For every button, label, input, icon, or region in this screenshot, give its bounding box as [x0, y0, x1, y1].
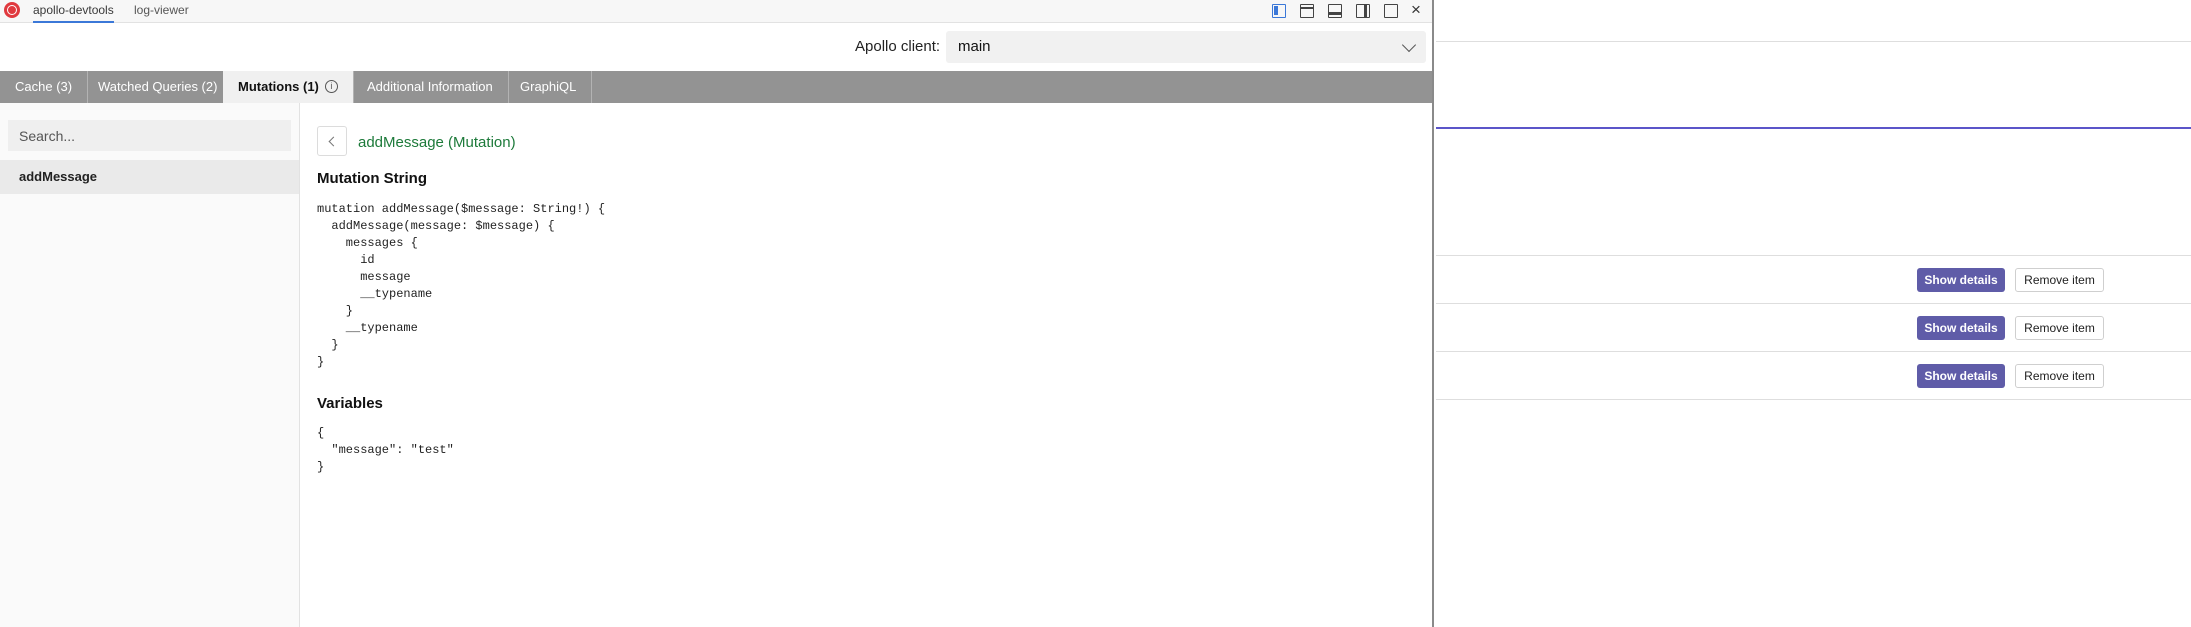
- divider: [1436, 399, 2191, 400]
- divider: [1436, 255, 2191, 256]
- divider: [1436, 41, 2191, 42]
- mutation-string-heading: Mutation String: [317, 170, 427, 187]
- info-icon[interactable]: i: [324, 80, 338, 94]
- mutations-sidebar: addMessage: [0, 103, 300, 627]
- close-icon[interactable]: ×: [1411, 0, 1421, 20]
- search-input[interactable]: [8, 120, 291, 151]
- divider: [1436, 303, 2191, 304]
- show-details-button[interactable]: Show details: [1917, 268, 2005, 292]
- chevron-down-icon: [1401, 37, 1417, 53]
- remove-item-button[interactable]: Remove item: [2015, 268, 2104, 292]
- devtools-panel: apollo-devtools log-viewer × Apollo clie…: [0, 0, 1434, 627]
- apollo-client-label: Apollo client:: [855, 38, 941, 55]
- apollo-client-select[interactable]: main: [946, 31, 1426, 63]
- dock-left-icon[interactable]: [1272, 4, 1286, 18]
- progress-divider: [1436, 127, 2191, 129]
- undock-icon[interactable]: [1384, 4, 1398, 18]
- tab-watched-queries[interactable]: Watched Queries (2): [83, 71, 234, 103]
- divider: [1436, 351, 2191, 352]
- dock-top-icon[interactable]: [1300, 4, 1314, 18]
- sidebar-item-addmessage[interactable]: addMessage: [0, 160, 299, 194]
- show-details-button[interactable]: Show details: [1917, 364, 2005, 388]
- main-tabbar: Cache (3) Watched Queries (2) Mutations …: [0, 71, 1432, 103]
- tab-graphiql[interactable]: GraphiQL: [505, 71, 593, 103]
- tab-additional-information[interactable]: Additional Information: [352, 71, 509, 103]
- devtools-topbar: apollo-devtools log-viewer ×: [0, 0, 1432, 23]
- apollo-client-value: main: [958, 38, 991, 55]
- remove-item-button[interactable]: Remove item: [2015, 316, 2104, 340]
- remove-item-button[interactable]: Remove item: [2015, 364, 2104, 388]
- variables-code: { "message": "test" }: [317, 426, 454, 474]
- dock-right-icon[interactable]: [1356, 4, 1370, 18]
- tab-cache[interactable]: Cache (3): [0, 71, 89, 103]
- tab-mutations[interactable]: Mutations (1) i: [223, 71, 354, 103]
- tab-label: Watched Queries (2): [98, 79, 218, 94]
- back-button[interactable]: [317, 126, 347, 156]
- variables-heading: Variables: [317, 395, 383, 412]
- detail-title: addMessage (Mutation): [358, 134, 516, 151]
- tab-log-viewer[interactable]: log-viewer: [134, 3, 189, 21]
- tab-label: Mutations (1): [238, 79, 319, 94]
- dock-bottom-icon[interactable]: [1328, 4, 1342, 18]
- mutation-code: mutation addMessage($message: String!) {…: [317, 202, 606, 369]
- tab-label: Additional Information: [367, 79, 493, 94]
- tab-label: Cache (3): [15, 79, 73, 94]
- apollo-logo-icon: [4, 2, 20, 18]
- tab-apollo-devtools[interactable]: apollo-devtools: [33, 3, 114, 23]
- tab-label: GraphiQL: [520, 79, 577, 94]
- show-details-button[interactable]: Show details: [1917, 316, 2005, 340]
